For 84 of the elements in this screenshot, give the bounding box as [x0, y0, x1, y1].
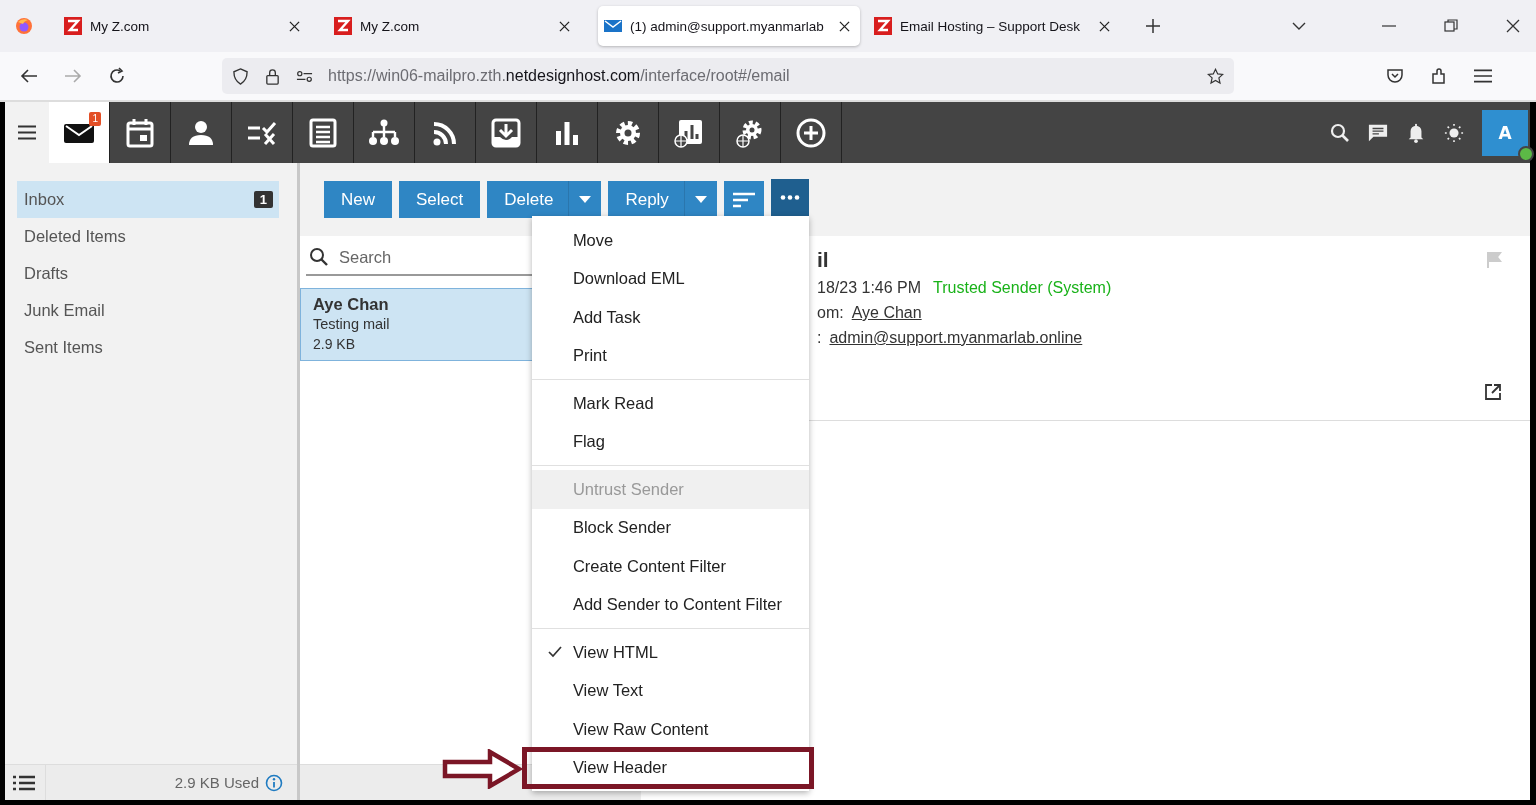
browser-tab[interactable]: (1) admin@support.myanmarlab [598, 6, 860, 46]
menu-item[interactable]: View HTML [531, 633, 809, 672]
reload-icon[interactable] [108, 67, 126, 85]
browser-tab[interactable]: Email Hosting – Support Desk [868, 6, 1120, 46]
sender-name: Aye Chan [313, 295, 389, 314]
folder-item[interactable]: Deleted Items [17, 218, 279, 255]
shield-icon [232, 67, 249, 85]
menu-item[interactable]: Flag [531, 422, 809, 461]
toolbar-button[interactable]: Select [399, 181, 481, 218]
calendar-icon [124, 116, 156, 149]
folder-item[interactable]: Sent Items [17, 329, 279, 366]
close-icon[interactable] [839, 20, 850, 32]
plus-circle-icon [795, 116, 827, 149]
user-avatar[interactable]: A [1482, 109, 1528, 156]
chevron-down-icon[interactable] [1292, 22, 1306, 30]
close-icon[interactable] [1506, 19, 1520, 33]
message-title: il [817, 248, 829, 272]
from-label: om: [817, 304, 844, 322]
back-icon[interactable] [20, 67, 38, 85]
search-icon[interactable] [1330, 122, 1350, 143]
search-icon [309, 247, 329, 267]
trust-status: Trusted Sender (System) [933, 279, 1112, 297]
unread-count: 1 [253, 191, 273, 208]
star-icon[interactable] [1207, 67, 1224, 85]
more-icon [779, 195, 800, 200]
close-icon[interactable] [289, 20, 300, 32]
open-external-icon[interactable] [1484, 383, 1502, 401]
chat-icon[interactable] [1368, 122, 1388, 143]
list-icon[interactable] [13, 774, 35, 791]
z-logo-icon [874, 17, 892, 35]
folder-label: Sent Items [24, 338, 104, 357]
folder-item[interactable]: Inbox 1 [17, 181, 279, 218]
z-logo-icon [334, 17, 352, 35]
message-size: 2.9 KB [313, 336, 356, 352]
dropdown-button[interactable] [568, 181, 602, 218]
toolbar-button[interactable]: Reply [608, 181, 684, 218]
storage-used: 2.9 KB Used [174, 774, 259, 791]
browser-tab[interactable]: My Z.com [58, 6, 310, 46]
document-icon [307, 116, 339, 149]
message-date: 18/23 1:46 PM [817, 279, 922, 297]
menu-item[interactable]: View Text [531, 671, 809, 710]
arrow-icon [441, 749, 522, 789]
z-logo-icon [64, 17, 82, 35]
menu-item[interactable]: Mark Read [531, 384, 809, 423]
menu-item[interactable]: Add Sender to Content Filter [531, 585, 809, 624]
extensions-icon[interactable] [1430, 67, 1448, 85]
recipient-link[interactable]: admin@support.myanmarlab.online [829, 329, 1083, 347]
menu-icon[interactable] [1474, 67, 1492, 85]
menu-item[interactable]: View Raw Content [531, 710, 809, 749]
caret-icon [694, 196, 707, 203]
caret-icon [579, 196, 592, 203]
url-text: https://win06-mailpro.zth.netdesignhost.com/interface/root#/email [328, 67, 790, 85]
lock-icon [264, 67, 281, 85]
toolbar-button[interactable]: Delete [487, 181, 569, 218]
folder-label: Drafts [24, 264, 69, 283]
sender-link[interactable]: Aye Chan [851, 304, 922, 322]
folder-label: Deleted Items [24, 227, 127, 246]
folder-label: Inbox [24, 190, 66, 209]
info-icon[interactable] [265, 773, 283, 792]
menu-item[interactable]: Create Content Filter [531, 547, 809, 586]
envelope-icon [604, 17, 622, 35]
address-bar[interactable]: https://win06-mailpro.zth.netdesignhost.com/interface/root#/email [222, 58, 1234, 94]
folder-item[interactable]: Drafts [17, 255, 279, 292]
menu-item[interactable]: Block Sender [531, 508, 809, 547]
sort-button[interactable] [723, 181, 764, 218]
to-label: : [817, 329, 822, 347]
new-tab-icon[interactable] [1146, 19, 1160, 33]
close-icon[interactable] [1099, 20, 1110, 32]
browser-tab[interactable]: My Z.com [328, 6, 580, 46]
sort-icon [732, 191, 755, 208]
more-button[interactable] [770, 179, 809, 216]
folder-label: Junk Email [24, 301, 106, 320]
folder-item[interactable]: Junk Email [17, 292, 279, 329]
mail-button[interactable]: 1 [49, 102, 110, 163]
minimize-icon[interactable] [1382, 22, 1396, 30]
sun-icon[interactable] [1444, 122, 1464, 143]
menu-item[interactable]: View Header [523, 748, 812, 787]
unread-badge: 1 [89, 112, 101, 126]
restore-icon[interactable] [1444, 19, 1458, 33]
close-icon[interactable] [559, 20, 570, 32]
message-subject: Testing mail [313, 316, 390, 332]
tray-icon [490, 116, 522, 149]
toolbar-button[interactable]: New [324, 181, 392, 218]
check-icon [547, 646, 562, 659]
